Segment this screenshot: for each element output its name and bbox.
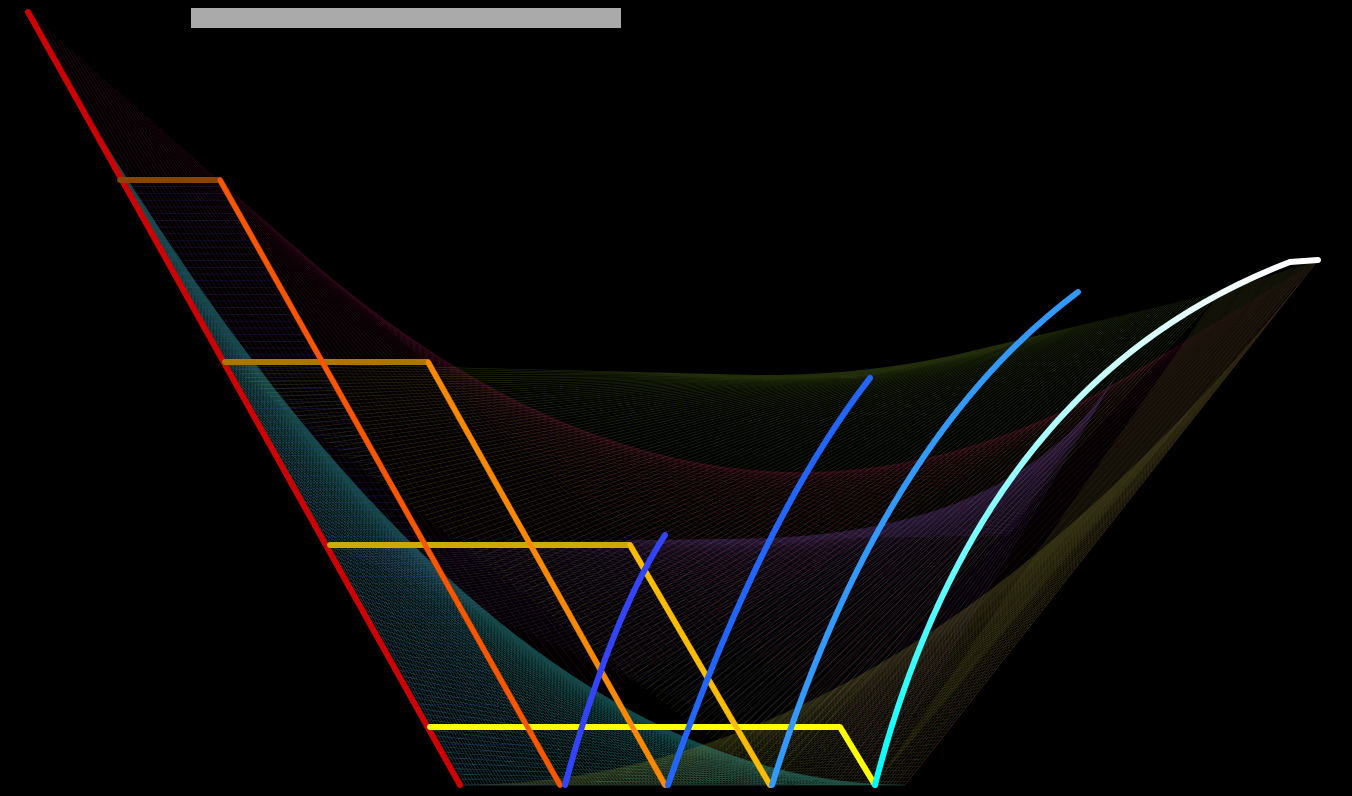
diagonal-line-red bbox=[25, 9, 463, 788]
art-canvas bbox=[0, 0, 1352, 796]
thread-mesh bbox=[27, 11, 1319, 786]
thick-strokes bbox=[25, 9, 1321, 788]
thread-envelope-magenta bbox=[27, 11, 1319, 786]
string-art-figure bbox=[25, 9, 1321, 788]
diagonal-line-orange bbox=[217, 177, 563, 788]
curve-cyan-tip bbox=[1287, 257, 1321, 265]
